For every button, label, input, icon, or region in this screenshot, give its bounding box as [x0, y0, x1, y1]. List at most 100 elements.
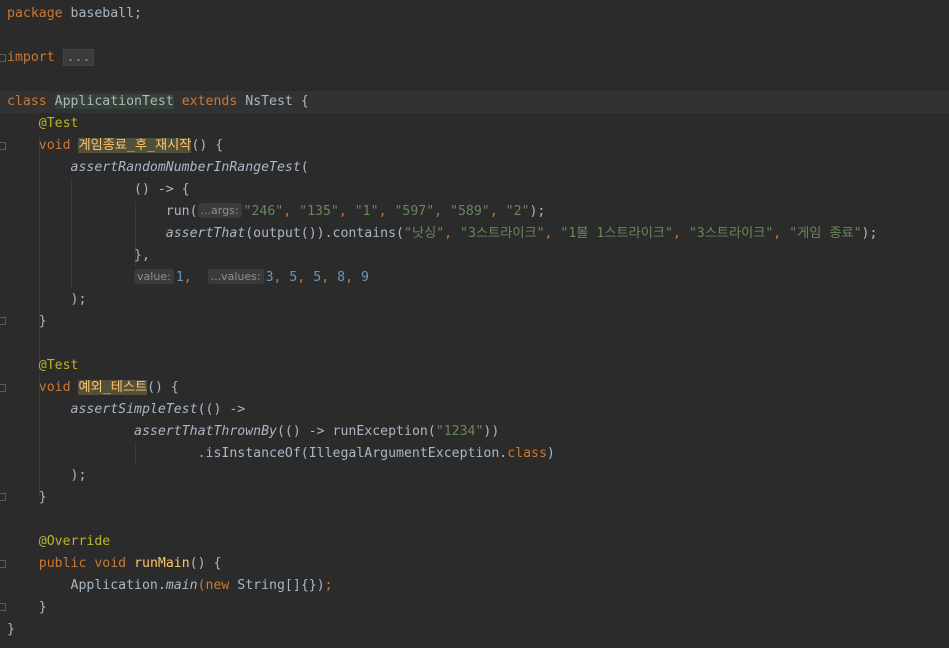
string-literal: "낫싱" — [404, 226, 445, 241]
keyword: void — [94, 556, 127, 571]
code-line[interactable]: assertThatThrownBy(() -> runException("1… — [7, 421, 499, 443]
brace: { — [292, 94, 309, 109]
fold-marker-icon[interactable] — [0, 603, 6, 611]
parameter-hint: ...args: — [197, 203, 242, 218]
keyword: class — [507, 446, 547, 461]
code-line[interactable]: } — [7, 487, 47, 509]
call-chain: (output()).contains( — [245, 226, 404, 241]
string-literal: "1볼 1스트라이크" — [560, 226, 673, 241]
static-call: main — [165, 578, 198, 593]
string-literal: "597" — [394, 204, 435, 219]
method-params: () { — [147, 380, 179, 395]
code-line[interactable]: void 예외_테스트() { — [7, 377, 179, 399]
code-line[interactable]: assertThat(output()).contains("낫싱", "3스트… — [7, 223, 878, 245]
lambda-start: (() -> — [197, 402, 246, 417]
string-literal: "589" — [450, 204, 490, 219]
code-editor[interactable]: package baseball; import ... class Appli… — [0, 0, 949, 648]
code-line[interactable]: Application.main(new String[]{}); — [7, 575, 333, 597]
code-line[interactable]: } — [7, 619, 15, 641]
brace: } — [38, 600, 47, 615]
fold-marker-icon[interactable] — [0, 54, 6, 62]
array-init: String[]{}) — [229, 578, 325, 593]
string-literal: "135" — [299, 204, 339, 219]
code-line[interactable]: public void runMain() { — [7, 553, 222, 575]
code-line[interactable]: @Test — [7, 113, 79, 135]
code-line[interactable]: class ApplicationTest extends NsTest { — [7, 91, 309, 113]
code-line[interactable]: ); — [7, 289, 87, 311]
code-line[interactable]: run(...args: "246", "135", "1", "597", "5… — [7, 201, 545, 223]
keyword: class — [7, 94, 47, 109]
code-line[interactable]: () -> { — [7, 179, 190, 201]
class-name: ApplicationTest — [54, 94, 174, 109]
annotation: @Override — [38, 534, 111, 549]
call-chain: (() -> runException( — [276, 424, 436, 439]
string-literal: "2" — [505, 204, 530, 219]
keyword: void — [38, 138, 71, 153]
parameter-hint: value: — [134, 269, 174, 284]
code-line[interactable]: void 게임종료_후_재시작() { — [7, 135, 223, 157]
string-literal: "1234" — [435, 424, 484, 439]
code-line[interactable]: .isInstanceOf(IllegalArgumentException.c… — [7, 443, 555, 465]
folded-imports[interactable]: ... — [62, 49, 95, 66]
paren: ( — [197, 578, 206, 593]
fold-marker-icon[interactable] — [0, 142, 6, 150]
code-line[interactable]: @Override — [7, 531, 110, 553]
keyword: package — [7, 6, 63, 21]
lambda-start: () -> { — [134, 182, 190, 197]
semicolon: ; — [324, 578, 333, 593]
code-line[interactable]: assertSimpleTest(() -> — [7, 399, 246, 421]
string-literal: "1" — [354, 204, 379, 219]
string-literal: "246" — [243, 204, 284, 219]
code-line[interactable]: } — [7, 597, 47, 619]
annotation: @Test — [38, 358, 79, 373]
paren: ); — [70, 292, 87, 307]
code-line[interactable]: } — [7, 311, 47, 333]
keyword: void — [38, 380, 71, 395]
method-name: runMain — [134, 556, 190, 571]
string-literal: "3스트라이크" — [460, 226, 545, 241]
keyword: new — [205, 578, 230, 593]
keyword: public — [38, 556, 87, 571]
method-name: 게임종료_후_재시작 — [78, 138, 192, 153]
fold-marker-icon[interactable] — [0, 384, 6, 392]
paren: ); — [861, 226, 878, 241]
code-line[interactable]: value: 1, ...values: 3, 5, 5, 8, 9 — [7, 267, 369, 289]
code-line[interactable]: assertRandomNumberInRangeTest( — [7, 157, 309, 179]
code-line[interactable]: @Test — [7, 355, 79, 377]
call-chain: .isInstanceOf(IllegalArgumentException. — [197, 446, 508, 461]
code-line[interactable]: import ... — [7, 47, 95, 69]
method-params: () { — [189, 556, 222, 571]
parameter-hint: ...values: — [207, 269, 264, 284]
fold-marker-icon[interactable] — [0, 493, 6, 501]
keyword: extends — [181, 94, 238, 109]
run-call: run( — [165, 204, 198, 219]
annotation: @Test — [38, 116, 79, 131]
fold-marker-icon[interactable] — [0, 560, 6, 568]
fold-marker-icon[interactable] — [0, 317, 6, 325]
lambda-end: }, — [134, 248, 150, 263]
code-line[interactable]: package baseball; — [7, 3, 142, 25]
brace: } — [38, 314, 47, 329]
number-literal: 9 — [360, 270, 369, 285]
base-class: NsTest — [245, 94, 293, 109]
method-name: 예외_테스트 — [78, 380, 148, 395]
code-line[interactable]: }, — [7, 245, 150, 267]
paren: )) — [483, 424, 500, 439]
string-literal: "게임 종료" — [789, 226, 862, 241]
paren: ) — [546, 446, 555, 461]
paren: ); — [70, 468, 87, 483]
paren: ); — [529, 204, 546, 219]
static-call: assertThat — [165, 226, 246, 241]
number-literal: 1 — [175, 270, 184, 285]
static-call: assertThatThrownBy — [134, 424, 277, 439]
package-name: baseball; — [62, 6, 142, 21]
brace: } — [7, 622, 15, 637]
static-call: assertSimpleTest — [70, 402, 198, 417]
brace: } — [38, 490, 47, 505]
static-call: assertRandomNumberInRangeTest — [70, 160, 301, 175]
paren: ( — [300, 160, 309, 175]
code-line[interactable]: ); — [7, 465, 87, 487]
class-ref: Application. — [70, 578, 166, 593]
number-literal: 8 — [337, 270, 346, 285]
method-params: () { — [191, 138, 224, 153]
